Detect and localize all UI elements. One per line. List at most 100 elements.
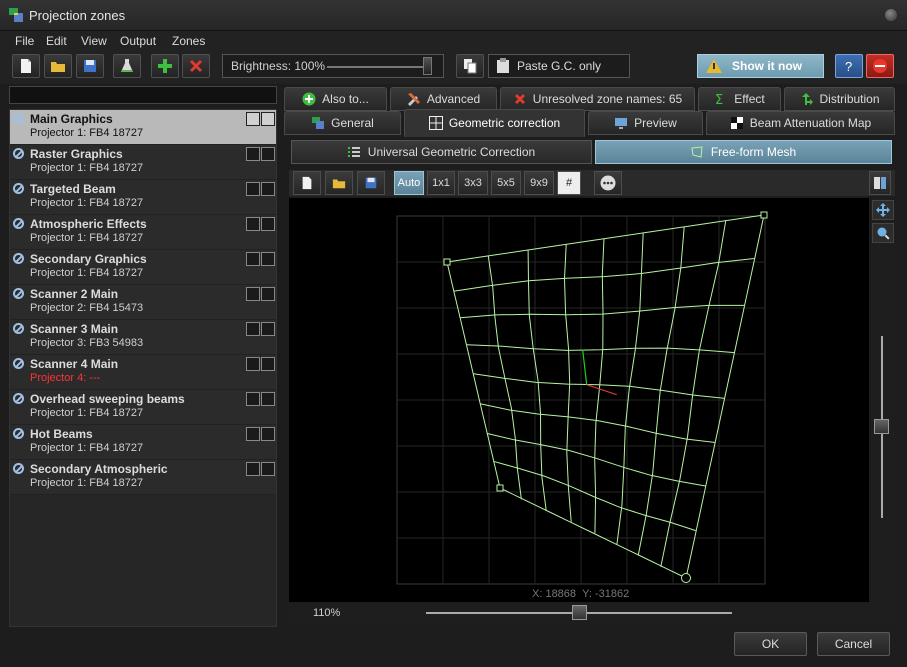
zone-checkbox[interactable] bbox=[261, 427, 275, 441]
zone-checkbox[interactable] bbox=[261, 392, 275, 406]
zone-checkbox[interactable] bbox=[261, 357, 275, 371]
tab-preview-label: Preview bbox=[634, 116, 677, 130]
folder-icon bbox=[51, 62, 65, 72]
mesh-1x1-button[interactable]: 1x1 bbox=[427, 171, 455, 195]
open-file-button[interactable] bbox=[44, 54, 72, 78]
zone-list-item[interactable]: Secondary Atmospheric Projector 1: FB4 18… bbox=[10, 460, 276, 495]
menu-file[interactable]: File bbox=[15, 34, 34, 48]
tab-general[interactable]: General bbox=[284, 111, 401, 135]
zone-checkbox[interactable] bbox=[261, 287, 275, 301]
zone-checkbox[interactable] bbox=[261, 322, 275, 336]
menu-zones[interactable]: Zones bbox=[172, 34, 205, 48]
vertical-zoom-thumb[interactable] bbox=[874, 419, 889, 434]
general-icon bbox=[312, 117, 325, 129]
zone-list-item[interactable]: Raster Graphics Projector 1: FB4 18727 bbox=[10, 145, 276, 180]
mesh-auto-button[interactable]: Auto bbox=[394, 171, 424, 195]
zone-name: Raster Graphics bbox=[30, 147, 123, 161]
mesh-3x3-button[interactable]: 3x3 bbox=[458, 171, 488, 195]
mesh-line bbox=[616, 232, 644, 545]
zone-list-item[interactable]: Scanner 3 Main Projector 3: FB3 54983 bbox=[10, 320, 276, 355]
show-it-now-button[interactable]: Show it now bbox=[697, 54, 824, 78]
subtab-free-form-mesh[interactable]: Free-form Mesh bbox=[595, 140, 892, 164]
zone-checkbox[interactable] bbox=[246, 462, 260, 476]
ok-button[interactable]: OK bbox=[734, 632, 807, 656]
flask-button[interactable] bbox=[113, 54, 141, 78]
window-close-icon[interactable] bbox=[885, 9, 897, 21]
mesh-line bbox=[499, 487, 687, 579]
zone-checkbox[interactable] bbox=[246, 287, 260, 301]
save-button[interactable] bbox=[76, 54, 104, 78]
zone-list-item[interactable]: Scanner 4 Main Projector 4: --- bbox=[10, 355, 276, 390]
zone-checkbox[interactable] bbox=[261, 217, 275, 231]
zone-checkbox[interactable] bbox=[261, 182, 275, 196]
zone-name: Secondary Graphics bbox=[30, 252, 147, 266]
zoom-slider-thumb[interactable] bbox=[572, 605, 587, 620]
zone-checkbox[interactable] bbox=[261, 147, 275, 161]
menu-edit[interactable]: Edit bbox=[46, 34, 67, 48]
zone-checkbox[interactable] bbox=[246, 322, 260, 336]
copy-icon bbox=[464, 59, 477, 74]
paste-gc-button[interactable]: Paste G.C. only bbox=[488, 54, 630, 78]
title-bar: Projection zones bbox=[0, 0, 907, 31]
help-button[interactable]: ? bbox=[835, 54, 863, 78]
cursor-coordinates: X: 18868 Y: -31862 bbox=[532, 588, 629, 600]
tab-effect[interactable]: Σ Effect bbox=[698, 87, 781, 111]
menu-output[interactable]: Output bbox=[120, 34, 156, 48]
menu-view[interactable]: View bbox=[81, 34, 107, 48]
layout-toggle-button[interactable] bbox=[869, 171, 891, 195]
tab-distribution[interactable]: Distribution bbox=[784, 87, 895, 111]
tab-advanced[interactable]: Advanced bbox=[390, 87, 497, 111]
copy-button[interactable] bbox=[456, 54, 484, 78]
zone-checkbox[interactable] bbox=[261, 112, 275, 126]
zone-list-item[interactable]: Overhead sweeping beams Projector 1: FB4 … bbox=[10, 390, 276, 425]
zone-checkbox[interactable] bbox=[261, 252, 275, 266]
mesh-9x9-button[interactable]: 9x9 bbox=[524, 171, 554, 195]
zone-list-item[interactable]: Hot Beams Projector 1: FB4 18727 bbox=[10, 425, 276, 460]
zone-checkbox[interactable] bbox=[246, 252, 260, 266]
mesh-save-button[interactable] bbox=[357, 171, 385, 195]
mesh-canvas[interactable] bbox=[289, 198, 869, 602]
zoom-tool-button[interactable] bbox=[872, 223, 894, 243]
tab-geometric-correction[interactable]: Geometric correction bbox=[404, 109, 585, 137]
grid-icon bbox=[428, 116, 443, 130]
zone-checkbox[interactable] bbox=[246, 427, 260, 441]
tab-unresolved-zone-names[interactable]: Unresolved zone names: 65 bbox=[500, 87, 695, 111]
delete-zone-button[interactable] bbox=[182, 54, 210, 78]
mesh-more-button[interactable] bbox=[594, 171, 622, 195]
zone-checkbox[interactable] bbox=[246, 357, 260, 371]
plus-circle-icon bbox=[302, 92, 316, 106]
zone-list-item[interactable]: Targeted Beam Projector 1: FB4 18727 bbox=[10, 180, 276, 215]
mesh-5x5-button[interactable]: 5x5 bbox=[491, 171, 521, 195]
stop-button[interactable] bbox=[866, 54, 894, 78]
zone-filter-input[interactable] bbox=[9, 86, 277, 104]
tab-preview[interactable]: Preview bbox=[588, 111, 703, 135]
tab-also-to[interactable]: Also to... bbox=[284, 87, 387, 111]
tab-beam-attenuation-map[interactable]: Beam Attenuation Map bbox=[706, 111, 895, 135]
mesh-new-button[interactable] bbox=[293, 171, 321, 195]
zone-checkbox[interactable] bbox=[246, 217, 260, 231]
pan-tool-button[interactable] bbox=[872, 200, 894, 220]
new-file-button[interactable] bbox=[12, 54, 40, 78]
brightness-thumb[interactable] bbox=[423, 57, 432, 75]
zone-list-item[interactable]: Main Graphics Projector 1: FB4 18727 bbox=[10, 110, 276, 145]
zone-checkbox[interactable] bbox=[246, 182, 260, 196]
x-coordinate: X: 18868 bbox=[532, 588, 577, 600]
zone-checkbox[interactable] bbox=[246, 147, 260, 161]
mesh-open-button[interactable] bbox=[325, 171, 353, 195]
mesh-custom-grid-button[interactable]: # bbox=[557, 171, 581, 195]
cancel-button[interactable]: Cancel bbox=[817, 632, 890, 656]
zone-list-item[interactable]: Scanner 2 Main Projector 2: FB4 15473 bbox=[10, 285, 276, 320]
tab-general-label: General bbox=[331, 116, 374, 130]
add-zone-button[interactable] bbox=[151, 54, 179, 78]
subtab-universal-geometric-correction[interactable]: Universal Geometric Correction bbox=[291, 140, 592, 164]
zone-checkbox[interactable] bbox=[246, 392, 260, 406]
zone-list-item[interactable]: Secondary Graphics Projector 1: FB4 18727 bbox=[10, 250, 276, 285]
mesh-drawing[interactable] bbox=[289, 198, 869, 602]
zone-checkbox[interactable] bbox=[261, 462, 275, 476]
zone-name: Atmospheric Effects bbox=[30, 217, 147, 231]
brightness-slider[interactable]: Brightness: 100% bbox=[222, 54, 444, 78]
mesh-line bbox=[563, 244, 572, 522]
zone-checkbox[interactable] bbox=[246, 112, 260, 126]
folder-icon bbox=[332, 179, 346, 189]
zone-list-item[interactable]: Atmospheric Effects Projector 1: FB4 1872… bbox=[10, 215, 276, 250]
